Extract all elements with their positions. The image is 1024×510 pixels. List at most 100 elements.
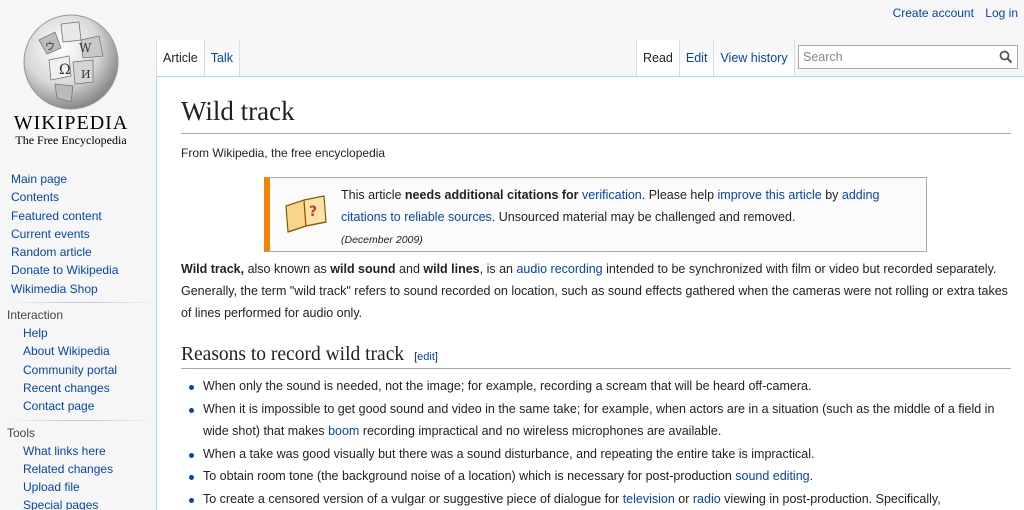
- notice-text: . Please help: [641, 188, 718, 202]
- list-item: When it is impossible to get good sound …: [181, 398, 1011, 443]
- tab-view-history[interactable]: View history: [714, 40, 795, 76]
- tab-edit-label[interactable]: Edit: [686, 51, 708, 65]
- tab-talk[interactable]: Talk: [204, 40, 240, 76]
- svg-text:ウ: ウ: [45, 41, 55, 53]
- citation-notice-text: This article needs additional citations …: [341, 184, 916, 251]
- search-input[interactable]: [799, 46, 989, 68]
- sidebar-item-contents[interactable]: Contents: [11, 188, 156, 206]
- navigation-list: Main page Contents Featured content Curr…: [0, 170, 156, 298]
- tagline: The Free Encyclopedia: [15, 133, 127, 147]
- sidebar-item-recent-changes[interactable]: Recent changes: [23, 379, 156, 397]
- sidebar-item-what-links-here[interactable]: What links here: [23, 442, 156, 460]
- audio-recording-link[interactable]: audio recording: [516, 262, 602, 276]
- term-bold: wild sound: [330, 262, 396, 276]
- sidebar-item-label[interactable]: Upload file: [23, 480, 80, 494]
- notice-text: This article: [341, 188, 405, 202]
- list-item-text: To obtain room tone (the background nois…: [203, 469, 736, 483]
- list-item-text: viewing in post-production. Specifically…: [720, 491, 941, 506]
- sidebar-item-label[interactable]: Recent changes: [23, 381, 110, 395]
- book-question-icon: ?: [285, 195, 327, 233]
- tab-read-label[interactable]: Read: [643, 51, 673, 65]
- sidebar-item-label[interactable]: Wikimedia Shop: [11, 282, 98, 296]
- sidebar-item-special-pages[interactable]: Special pages: [23, 496, 156, 510]
- radio-link[interactable]: radio: [693, 492, 721, 506]
- tab-edit[interactable]: Edit: [679, 40, 715, 76]
- sidebar-item-community-portal[interactable]: Community portal: [23, 361, 156, 379]
- sidebar-item-label[interactable]: Community portal: [23, 363, 117, 377]
- page-title: Wild track: [181, 96, 1011, 134]
- sidebar-item-label[interactable]: Donate to Wikipedia: [11, 263, 118, 277]
- list-item-text: When a take was good visually but there …: [203, 446, 815, 461]
- notice-text: by: [821, 188, 842, 202]
- term-bold: wild lines: [423, 262, 480, 276]
- svg-text:И: И: [81, 68, 91, 81]
- lead-text: and: [395, 262, 424, 276]
- tab-view-history-label[interactable]: View history: [720, 51, 787, 65]
- sidebar-item-main-page[interactable]: Main page: [11, 170, 156, 188]
- wikipedia-logo[interactable]: Ω W И ウ WIKIPEDIA The Free Encyclopedia: [0, 0, 150, 160]
- lead-paragraph: Wild track, also known as wild sound and…: [181, 258, 1011, 324]
- boom-link[interactable]: boom: [328, 424, 359, 438]
- portal-heading-interaction: Interaction: [7, 302, 156, 324]
- sidebar-item-upload-file[interactable]: Upload file: [23, 478, 156, 496]
- svg-text:?: ?: [309, 204, 317, 220]
- edit-section-link[interactable]: [edit]: [414, 351, 438, 363]
- tab-talk-label[interactable]: Talk: [211, 51, 233, 65]
- sidebar-item-help[interactable]: Help: [23, 324, 156, 342]
- notice-text: . Unsourced material may be challenged a…: [491, 210, 796, 224]
- television-link[interactable]: television: [623, 492, 675, 506]
- sidebar-item-related-changes[interactable]: Related changes: [23, 460, 156, 478]
- sidebar-item-label[interactable]: Contents: [11, 190, 59, 204]
- reasons-list: When only the sound is needed, not the i…: [181, 375, 1011, 510]
- section-title: Reasons to record wild track: [181, 344, 405, 365]
- list-item-text: recording impractical and no wireless mi…: [359, 424, 722, 438]
- sidebar-item-label[interactable]: Main page: [11, 172, 67, 186]
- notice-date: (December 2009): [341, 234, 423, 246]
- sidebar-item-about[interactable]: About Wikipedia: [23, 342, 156, 360]
- improve-article-link[interactable]: improve this article: [718, 188, 822, 202]
- namespace-tabs: Article Talk: [156, 40, 240, 76]
- sidebar-item-current-events[interactable]: Current events: [11, 225, 156, 243]
- sidebar-item-random-article[interactable]: Random article: [11, 243, 156, 261]
- sidebar-item-shop[interactable]: Wikimedia Shop: [11, 280, 156, 298]
- sidebar-item-donate[interactable]: Donate to Wikipedia: [11, 261, 156, 279]
- wordmark: WIKIPEDIA: [13, 112, 129, 134]
- tab-read[interactable]: Read: [636, 40, 680, 76]
- sidebar-item-contact-page[interactable]: Contact page: [23, 397, 156, 415]
- article-content: Wild track From Wikipedia, the free ency…: [156, 76, 1024, 510]
- create-account-link[interactable]: Create account: [893, 6, 974, 20]
- tab-article-label[interactable]: Article: [163, 51, 198, 65]
- sidebar-item-featured-content[interactable]: Featured content: [11, 207, 156, 225]
- list-item-text: or: [674, 491, 693, 506]
- tab-article[interactable]: Article: [156, 40, 205, 76]
- tools-list: What links here Related changes Upload f…: [7, 442, 156, 510]
- lead-text: also known as: [244, 262, 331, 276]
- notice-emphasis: needs additional citations for: [404, 188, 583, 202]
- search-icon[interactable]: [999, 50, 1013, 64]
- sidebar-item-label[interactable]: Current events: [11, 227, 90, 241]
- edit-section-label[interactable]: edit: [417, 351, 435, 363]
- sidebar-item-label[interactable]: What links here: [23, 444, 106, 458]
- sidebar-item-label[interactable]: Random article: [11, 245, 92, 259]
- list-item: When only the sound is needed, not the i…: [181, 375, 1011, 398]
- view-tabs: Read Edit View history: [636, 40, 795, 76]
- sidebar-item-label[interactable]: Contact page: [23, 399, 94, 413]
- verification-link[interactable]: verification: [582, 188, 642, 202]
- term-bold: Wild track,: [181, 262, 245, 276]
- login-link[interactable]: Log in: [985, 6, 1018, 20]
- sound-editing-link[interactable]: sound editing: [735, 469, 809, 483]
- sidebar-item-label[interactable]: Help: [23, 326, 48, 340]
- list-item-text: To create a censored version of a vulgar…: [203, 491, 623, 506]
- list-item-text: .: [809, 469, 814, 483]
- list-item: To create a censored version of a vulgar…: [181, 488, 1011, 510]
- interaction-list: Help About Wikipedia Community portal Re…: [7, 324, 156, 415]
- svg-text:Ω: Ω: [59, 62, 71, 78]
- sidebar-item-label[interactable]: About Wikipedia: [23, 344, 110, 358]
- sidebar-item-label[interactable]: Featured content: [11, 209, 102, 223]
- list-item: To obtain room tone (the background nois…: [181, 465, 1011, 488]
- sidebar-item-label[interactable]: Related changes: [23, 462, 113, 476]
- citation-notice-box: ? This article needs additional citation…: [264, 177, 927, 252]
- sidebar-item-label[interactable]: Special pages: [23, 498, 98, 510]
- portal-interaction: Interaction Help About Wikipedia Communi…: [0, 302, 156, 415]
- wikipedia-globe-icon: Ω W И ウ: [23, 14, 119, 110]
